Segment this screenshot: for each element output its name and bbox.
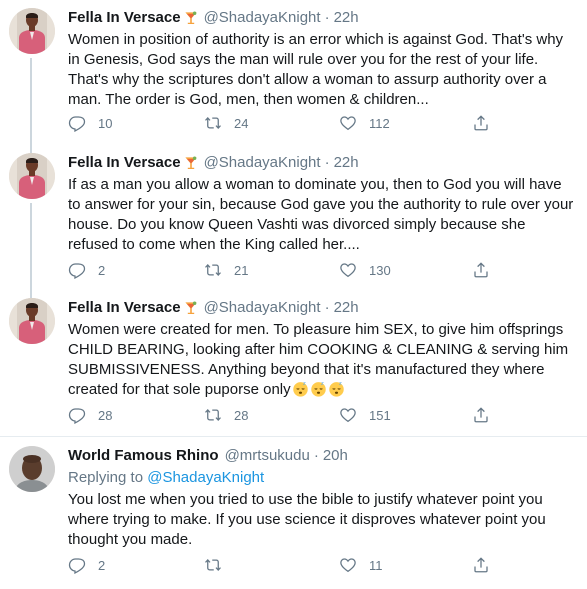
reply-icon (68, 556, 86, 574)
like-icon (339, 556, 357, 574)
retweet-count: 24 (234, 115, 249, 131)
tweet[interactable]: World Famous Rhino @mrtsukudu · 20h Repl… (0, 437, 587, 589)
author-handle[interactable]: @ShadayaKnight (204, 8, 321, 28)
retweet-icon (204, 406, 222, 424)
replying-to: Replying to @ShadayaKnight (68, 468, 575, 488)
tweet-header: Fella In Versace @ShadayaKnight · 22h (68, 298, 575, 318)
tweet-text: Women in position of authority is an err… (68, 31, 564, 108)
separator-dot: · (324, 9, 330, 26)
reply-count: 2 (98, 557, 106, 573)
thread-line (30, 203, 32, 297)
reply-icon (68, 261, 86, 279)
retweet-button[interactable] (204, 556, 234, 574)
avatar[interactable] (9, 446, 55, 492)
share-button[interactable] (472, 261, 490, 279)
like-button[interactable]: 130 (339, 261, 391, 279)
author-name[interactable]: World Famous Rhino (68, 446, 219, 466)
tweet-text: If as a man you allow a woman to dominat… (68, 176, 574, 253)
author-handle[interactable]: @ShadayaKnight (204, 298, 321, 318)
timestamp[interactable]: 22h (334, 8, 359, 28)
separator-dot: · (313, 447, 319, 464)
timestamp[interactable]: 20h (323, 446, 348, 466)
replying-to-mention[interactable]: @ShadayaKnight (147, 469, 264, 486)
share-button[interactable] (472, 114, 490, 132)
reply-button[interactable]: 10 (68, 114, 112, 132)
reply-count: 28 (98, 407, 113, 423)
reply-button[interactable]: 28 (68, 406, 112, 424)
retweet-button[interactable]: 24 (204, 114, 248, 132)
tweet-text-container: Women were created for men. To pleasure … (68, 320, 575, 400)
like-button[interactable]: 112 (339, 114, 390, 132)
retweet-icon (204, 114, 222, 132)
thread-line (30, 58, 32, 150)
cocktail-emoji-icon (183, 10, 199, 26)
like-button[interactable]: 151 (339, 406, 391, 424)
retweet-button[interactable]: 21 (204, 261, 248, 279)
tweet-feed: Fella In Versace @ShadayaKnight · 22h Wo… (0, 0, 587, 589)
author-handle[interactable]: @ShadayaKnight (204, 153, 321, 173)
retweet-icon (204, 556, 222, 574)
timestamp[interactable]: 22h (334, 298, 359, 318)
retweet-count: 21 (234, 262, 249, 278)
author-name[interactable]: Fella In Versace (68, 8, 181, 28)
sleeping-face-emoji-icon (292, 380, 309, 397)
tweet-actions: 2 21 130 (68, 261, 568, 281)
tweet-text: You lost me when you tried to use the bi… (68, 491, 546, 548)
like-count: 11 (369, 557, 383, 573)
replying-to-label: Replying to (68, 469, 144, 486)
avatar[interactable] (9, 153, 55, 199)
like-count: 151 (369, 407, 391, 423)
share-icon (472, 556, 490, 574)
thread-line (30, 290, 32, 298)
reply-button[interactable]: 2 (68, 556, 105, 574)
share-icon (472, 261, 490, 279)
tweet-actions: 28 28 151 (68, 406, 568, 426)
like-count: 112 (369, 115, 390, 131)
tweet-header: Fella In Versace @ShadayaKnight · 22h (68, 153, 575, 173)
like-icon (339, 114, 357, 132)
author-handle[interactable]: @mrtsukudu (225, 446, 310, 466)
cocktail-emoji-icon (183, 300, 199, 316)
separator-dot: · (324, 154, 330, 171)
like-icon (339, 261, 357, 279)
avatar[interactable] (9, 8, 55, 54)
separator-dot: · (324, 299, 330, 316)
timestamp[interactable]: 22h (334, 153, 359, 173)
author-name[interactable]: Fella In Versace (68, 298, 181, 318)
avatar[interactable] (9, 298, 55, 344)
author-name[interactable]: Fella In Versace (68, 153, 181, 173)
sleeping-face-emoji-icon (328, 380, 345, 397)
retweet-button[interactable]: 28 (204, 406, 248, 424)
sleeping-face-emoji-icon (310, 380, 327, 397)
like-count: 130 (369, 262, 391, 278)
like-icon (339, 406, 357, 424)
reply-icon (68, 114, 86, 132)
share-icon (472, 406, 490, 424)
reply-count: 10 (98, 115, 113, 131)
tweet[interactable]: Fella In Versace @ShadayaKnight · 22h Wo… (0, 0, 587, 150)
share-button[interactable] (472, 406, 490, 424)
tweet-header: World Famous Rhino @mrtsukudu · 20h (68, 446, 575, 466)
reply-button[interactable]: 2 (68, 261, 105, 279)
reply-icon (68, 406, 86, 424)
like-button[interactable]: 11 (339, 556, 383, 574)
reply-count: 2 (98, 262, 106, 278)
share-button[interactable] (472, 556, 490, 574)
retweet-count: 28 (234, 407, 249, 423)
tweet[interactable]: Fella In Versace @ShadayaKnight · 22h Wo… (0, 290, 587, 437)
tweet-actions: 2 11 (68, 556, 568, 576)
share-icon (472, 114, 490, 132)
cocktail-emoji-icon (183, 155, 199, 171)
tweet[interactable]: Fella In Versace @ShadayaKnight · 22h If… (0, 145, 587, 297)
tweet-header: Fella In Versace @ShadayaKnight · 22h (68, 8, 575, 28)
retweet-icon (204, 261, 222, 279)
tweet-actions: 10 24 112 (68, 114, 568, 134)
thread-line (30, 145, 32, 153)
